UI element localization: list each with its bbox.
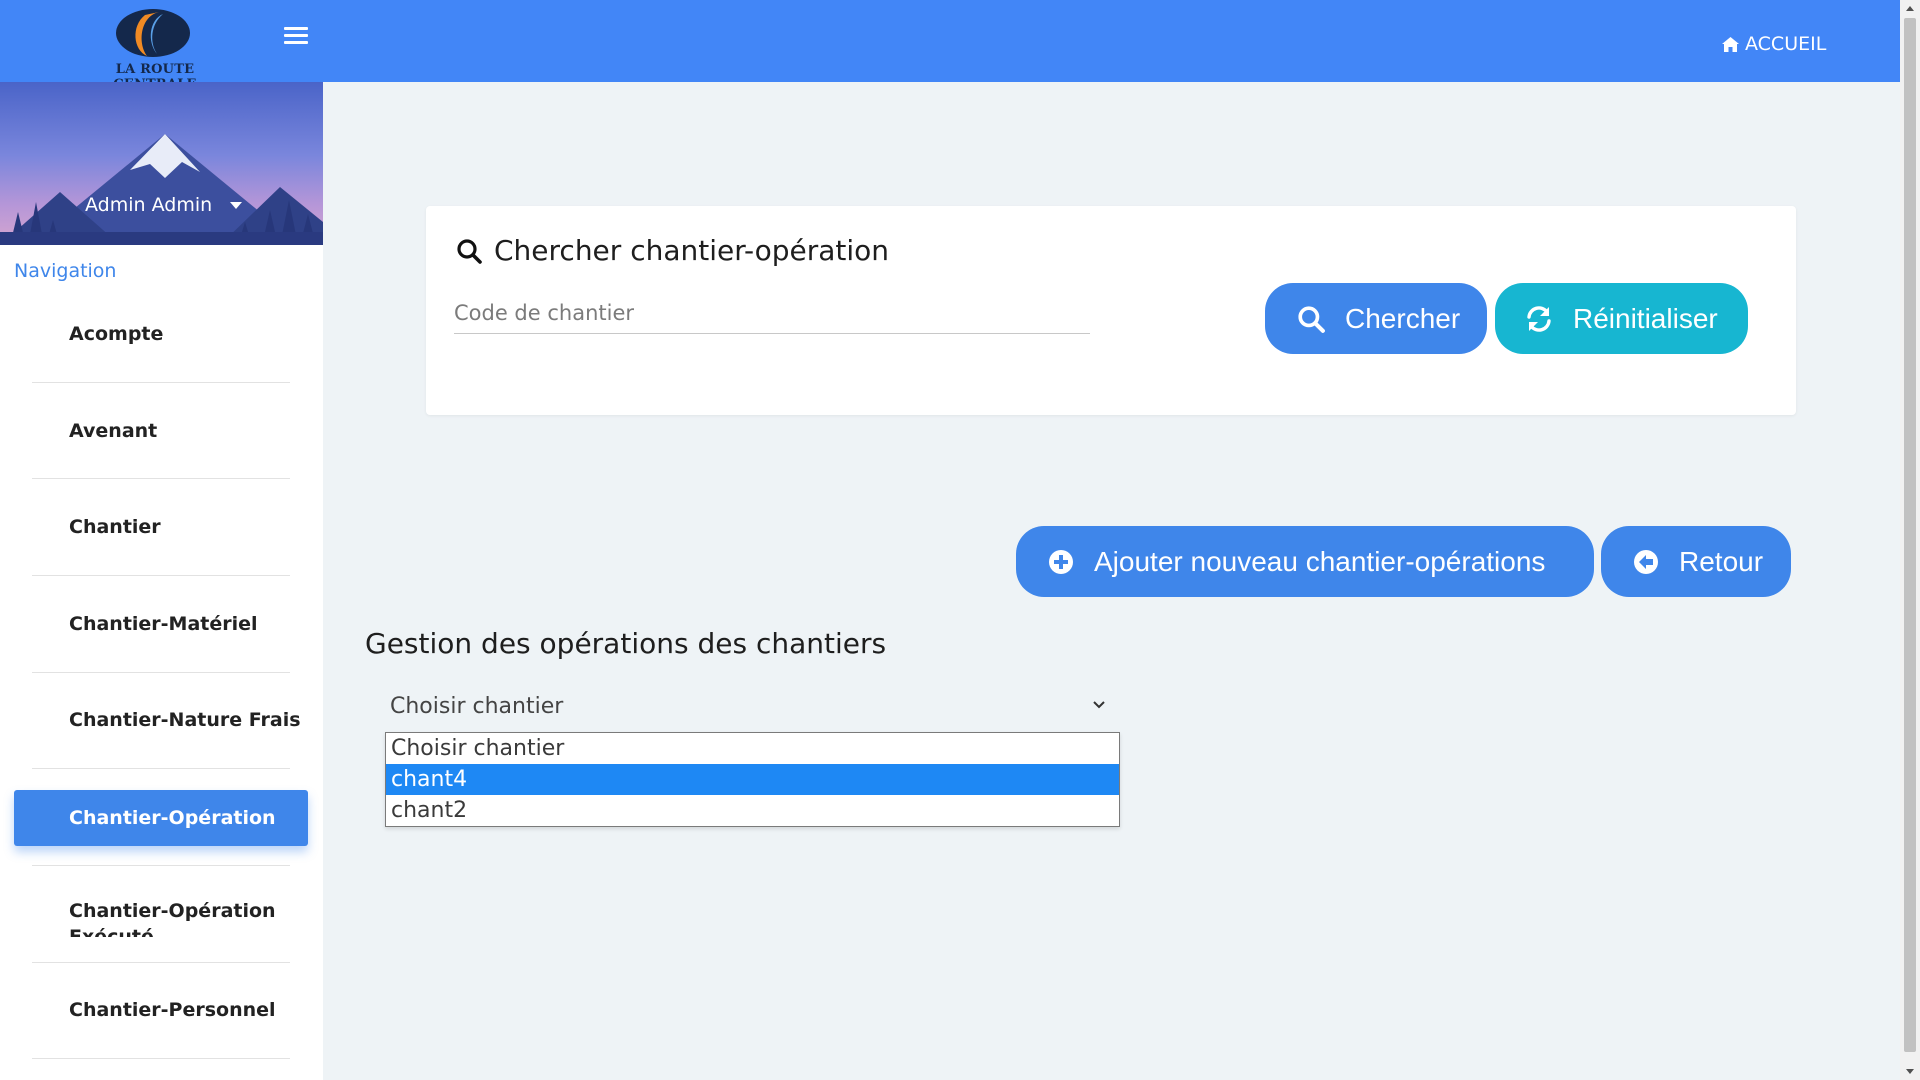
search-card-title-text: Chercher chantier-opération — [494, 234, 890, 267]
scroll-up-arrow-icon[interactable] — [1906, 6, 1914, 11]
chantier-code-input[interactable] — [454, 292, 1090, 333]
user-name: Admin Admin — [85, 194, 213, 216]
nav-divider — [32, 672, 290, 673]
nav-divider — [32, 575, 290, 576]
back-button[interactable]: Retour — [1601, 526, 1791, 597]
logo-emblem-icon — [116, 9, 190, 57]
nav-section-title: Navigation — [14, 260, 117, 282]
scrollbar-thumb[interactable] — [1904, 18, 1916, 1052]
sidebar-item-avenant[interactable]: Avenant — [14, 403, 308, 459]
menu-toggle-icon[interactable] — [284, 27, 308, 49]
caret-down-icon — [230, 201, 243, 209]
home-link-label: ACCUEIL — [1745, 33, 1827, 55]
refresh-icon — [1527, 305, 1551, 332]
back-button-label: Retour — [1679, 545, 1764, 577]
arrow-left-circle-icon — [1634, 549, 1658, 574]
reset-button-label: Réinitialiser — [1573, 302, 1718, 334]
nav-divider — [32, 865, 290, 866]
sidebar-item-chantier-nature-frais[interactable]: Chantier-Nature Frais — [14, 692, 308, 748]
search-card-title: Chercher chantier-opération — [456, 234, 889, 267]
page-scrollbar[interactable] — [1900, 0, 1920, 1080]
nav-divider — [32, 962, 290, 963]
search-icon — [1298, 305, 1325, 333]
chantier-select[interactable]: Choisir chantier — [376, 686, 1118, 726]
sidebar-item-chantier-materiel[interactable]: Chantier-Matériel — [14, 596, 308, 652]
chantier-select-value: Choisir chantier — [390, 693, 564, 719]
search-input-wrapper — [454, 292, 1090, 334]
page-title: Gestion des opérations des chantiers — [365, 627, 887, 660]
sidebar: Admin Admin Navigation Acompte Avenant C… — [0, 82, 323, 1080]
dropdown-option[interactable]: Choisir chantier — [386, 733, 1119, 764]
dropdown-option[interactable]: chant2 — [386, 795, 1119, 826]
home-link[interactable]: ACCUEIL — [1722, 30, 1826, 58]
sidebar-item-chantier-personnel[interactable]: Chantier-Personnel — [14, 982, 308, 1038]
search-button[interactable]: Chercher — [1265, 283, 1487, 354]
sidebar-item-chantier-operation[interactable]: Chantier-Opération — [14, 790, 308, 846]
profile-banner: Admin Admin — [0, 82, 323, 245]
dropdown-option[interactable]: chant4 — [386, 764, 1119, 795]
sidebar-item-chantier[interactable]: Chantier — [14, 499, 308, 555]
nav-divider — [32, 1058, 290, 1059]
chantier-dropdown-list: Choisir chantier chant4 chant2 — [385, 732, 1120, 827]
logo[interactable]: LA ROUTE CENTRALE — [80, 6, 230, 92]
top-navbar: LA ROUTE CENTRALE ACCUEIL — [0, 0, 1900, 92]
sidebar-item-chantier-operation-execute[interactable]: Chantier-Opération Exécuté — [14, 885, 308, 937]
user-menu[interactable]: Admin Admin — [85, 194, 243, 216]
mountain-background-image — [0, 134, 323, 245]
search-icon — [457, 238, 482, 264]
chevron-down-icon — [1093, 701, 1105, 709]
search-card: Chercher chantier-opération Chercher Réi… — [426, 206, 1796, 415]
add-chantier-operation-button[interactable]: Ajouter nouveau chantier-opérations — [1016, 526, 1594, 597]
home-icon — [1722, 36, 1739, 52]
nav-divider — [32, 768, 290, 769]
plus-circle-icon — [1049, 549, 1073, 574]
add-button-label: Ajouter nouveau chantier-opérations — [1094, 545, 1546, 577]
nav-divider — [32, 382, 290, 383]
sidebar-item-acompte[interactable]: Acompte — [14, 306, 308, 362]
search-button-label: Chercher — [1345, 302, 1461, 334]
reset-button[interactable]: Réinitialiser — [1495, 283, 1748, 354]
scroll-down-arrow-icon[interactable] — [1906, 1069, 1914, 1074]
nav-divider — [32, 478, 290, 479]
